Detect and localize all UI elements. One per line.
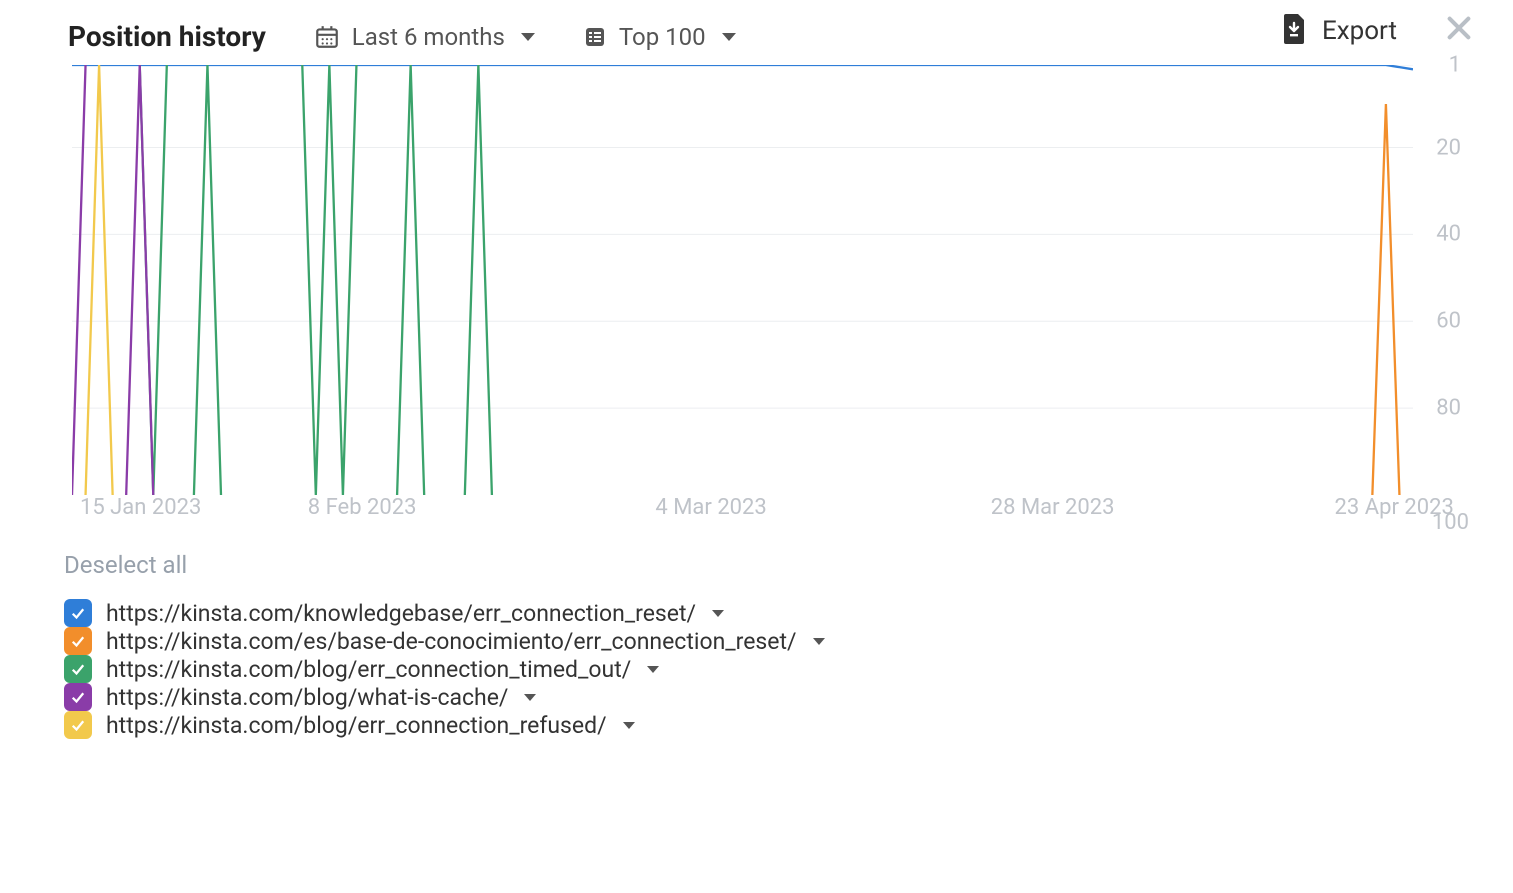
x-axis-tick: 8 Feb 2023	[308, 495, 417, 520]
y-axis-tick: 60	[1436, 309, 1461, 334]
chevron-down-icon[interactable]	[712, 610, 724, 617]
legend-item: https://kinsta.com/blog/err_connection_r…	[64, 711, 1513, 739]
series-toggle-checkbox[interactable]	[64, 683, 92, 711]
x-axis-tick: 28 Mar 2023	[991, 495, 1115, 520]
x-axis-tick: 15 Jan 2023	[80, 495, 201, 520]
legend-url: https://kinsta.com/es/base-de-conocimien…	[106, 628, 797, 655]
legend-url: https://kinsta.com/blog/what-is-cache/	[106, 684, 508, 711]
y-axis-tick: 80	[1436, 396, 1461, 421]
y-axis-tick: 20	[1436, 135, 1461, 160]
date-range-dropdown[interactable]: Last 6 months	[314, 23, 535, 51]
scope-dropdown[interactable]: Top 100	[583, 23, 736, 51]
calendar-icon	[314, 24, 340, 50]
legend-url: https://kinsta.com/knowledgebase/err_con…	[106, 600, 696, 627]
legend: Deselect all https://kinsta.com/knowledg…	[64, 551, 1513, 739]
legend-item: https://kinsta.com/es/base-de-conocimien…	[64, 627, 1513, 655]
y-axis-tick: 1	[1449, 53, 1461, 78]
chevron-down-icon[interactable]	[647, 666, 659, 673]
series-toggle-checkbox[interactable]	[64, 627, 92, 655]
date-range-label: Last 6 months	[352, 23, 505, 51]
close-button[interactable]	[1445, 14, 1473, 48]
chevron-down-icon	[521, 33, 535, 41]
x-axis-tick: 4 Mar 2023	[655, 495, 766, 520]
y-axis-tick: 40	[1436, 222, 1461, 247]
deselect-all-link[interactable]: Deselect all	[64, 551, 1513, 579]
series-toggle-checkbox[interactable]	[64, 655, 92, 683]
position-history-chart: 120406080 100	[72, 65, 1413, 495]
chevron-down-icon[interactable]	[623, 722, 635, 729]
chart-header: Position history Last 6 months Top 100 E…	[0, 0, 1513, 65]
x-axis: 15 Jan 2023 8 Feb 2023 4 Mar 2023 28 Mar 20…	[28, 495, 1513, 529]
page-title: Position history	[68, 20, 266, 53]
list-icon	[583, 25, 607, 49]
scope-label: Top 100	[619, 23, 706, 51]
chevron-down-icon	[722, 33, 736, 41]
export-label: Export	[1322, 16, 1397, 46]
legend-url: https://kinsta.com/blog/err_connection_t…	[106, 656, 631, 683]
export-button[interactable]: Export	[1282, 14, 1397, 48]
x-axis-tick: 23 Apr 2023	[1335, 495, 1454, 520]
legend-item: https://kinsta.com/knowledgebase/err_con…	[64, 599, 1513, 627]
chevron-down-icon[interactable]	[813, 638, 825, 645]
legend-item: https://kinsta.com/blog/what-is-cache/	[64, 683, 1513, 711]
close-icon	[1445, 14, 1473, 42]
series-toggle-checkbox[interactable]	[64, 599, 92, 627]
chevron-down-icon[interactable]	[524, 694, 536, 701]
legend-item: https://kinsta.com/blog/err_connection_t…	[64, 655, 1513, 683]
series-toggle-checkbox[interactable]	[64, 711, 92, 739]
download-icon	[1282, 14, 1306, 48]
legend-url: https://kinsta.com/blog/err_connection_r…	[106, 712, 607, 739]
